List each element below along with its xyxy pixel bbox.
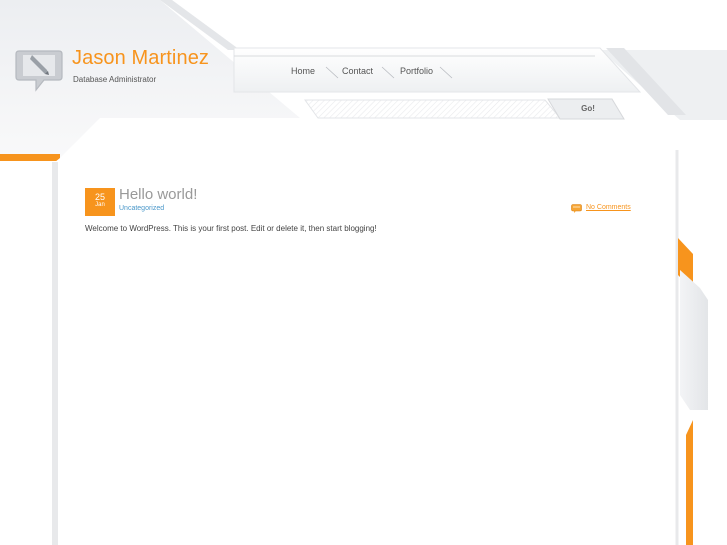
search-go-button[interactable]: Go! [560,100,616,118]
comment-bubble-icon [571,204,582,213]
nav-separator-icon [325,66,339,79]
site-subtitle: Database Administrator [73,75,157,84]
post-date-badge: 25 Jan [85,188,115,216]
nav-separator-icon [381,66,395,79]
post-body: Welcome to WordPress. This is your first… [85,224,377,233]
post-category-link[interactable]: Uncategorized [119,205,164,212]
post-title[interactable]: Hello world! [119,186,197,203]
post-date-day: 25 [94,192,105,202]
search-input[interactable] [305,100,545,116]
comments-link[interactable]: No Comments [586,204,631,211]
post-date-month: Jan [95,202,105,208]
nav-item-portfolio[interactable]: Portfolio [400,66,433,76]
nav-item-home[interactable]: Home [291,66,315,76]
nav-separator-icon [439,66,453,79]
site-title[interactable]: Jason Martinez [72,47,209,70]
nav-item-contact[interactable]: Contact [342,66,373,76]
speech-bubble-pencil-icon [15,50,63,92]
